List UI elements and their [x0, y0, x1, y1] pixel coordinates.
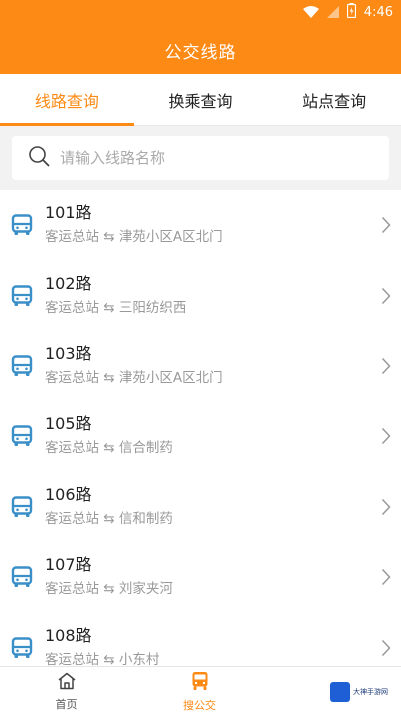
signal-icon: [326, 3, 339, 22]
route-destination: 信和制药: [118, 510, 173, 527]
route-endpoints: 客运总站 ⇆ 津苑小区A区北门: [45, 229, 223, 246]
wifi-icon: [302, 3, 319, 22]
route-name: 101路: [45, 203, 92, 223]
bus-icon: [0, 214, 44, 236]
route-endpoints: 客运总站 ⇆ 信合制药: [45, 440, 173, 457]
status-time: 4:46: [363, 4, 393, 20]
route-row[interactable]: 102路 客运总站 ⇆ 三阳纺织西: [0, 260, 401, 330]
tab-transfer-query[interactable]: 换乘查询: [134, 74, 268, 125]
route-endpoints: 客运总站 ⇆ 信和制药: [45, 510, 173, 527]
route-origin: 客运总站: [45, 299, 99, 316]
tab-route-query[interactable]: 线路查询: [0, 74, 134, 126]
route-name: 107路: [45, 555, 92, 575]
route-list: 101路 客运总站 ⇆ 津苑小区A区北门 102路 客运总站 ⇆ 三阳纺织西 1…: [0, 190, 401, 666]
route-name: 106路: [45, 484, 92, 504]
search-icon: [28, 145, 50, 171]
chevron-right-icon: [371, 498, 401, 516]
search-section: [0, 126, 401, 190]
route-destination: 津苑小区A区北门: [118, 369, 223, 386]
watermark-logo-icon: [330, 682, 350, 702]
route-name: 103路: [45, 343, 92, 363]
chevron-right-icon: [371, 639, 401, 657]
route-destination: 三阳纺织西: [118, 299, 187, 316]
route-name: 108路: [45, 625, 92, 645]
watermark-logo: 大神手游网: [327, 677, 393, 707]
route-name: 105路: [45, 414, 92, 434]
nav-search-bus[interactable]: 搜公交: [133, 667, 266, 716]
route-origin: 客运总站: [45, 510, 99, 527]
search-box[interactable]: [12, 136, 389, 180]
route-row[interactable]: 106路 客运总站 ⇆ 信和制药: [0, 472, 401, 542]
bus-icon: [0, 284, 44, 307]
route-row[interactable]: 107路 客运总站 ⇆ 刘家夹河: [0, 542, 401, 612]
route-name: 102路: [45, 273, 92, 293]
query-tabs: 线路查询 换乘查询 站点查询: [0, 74, 401, 126]
bus-icon: [0, 355, 44, 377]
bus-icon: [191, 671, 209, 694]
route-endpoints: 客运总站 ⇆ 津苑小区A区北门: [45, 369, 223, 386]
route-destination: 信合制药: [118, 440, 173, 457]
battery-icon: [346, 2, 356, 22]
nav-search-bus-label: 搜公交: [183, 698, 216, 712]
bus-icon: [0, 496, 44, 518]
chevron-right-icon: [371, 287, 401, 305]
route-origin: 客运总站: [45, 581, 99, 598]
route-row[interactable]: 103路 客运总站 ⇆ 津苑小区A区北门: [0, 331, 401, 401]
search-input[interactable]: [60, 149, 360, 167]
bus-icon: [0, 566, 44, 588]
app-header: 4:46 公交线路: [0, 0, 401, 74]
route-destination: 刘家夹河: [118, 581, 173, 598]
route-endpoints: 客运总站 ⇆ 刘家夹河: [45, 581, 173, 598]
chevron-right-icon: [371, 427, 401, 445]
nav-home-label: 首页: [55, 697, 78, 711]
route-endpoints: 客运总站 ⇆ 三阳纺织西: [45, 299, 187, 316]
route-origin: 客运总站: [45, 440, 99, 457]
route-origin: 客运总站: [45, 369, 99, 386]
nav-home[interactable]: 首页: [0, 667, 133, 716]
chevron-right-icon: [371, 216, 401, 234]
chevron-right-icon: [371, 357, 401, 375]
route-endpoints: 客运总站 ⇆ 小东村: [45, 651, 160, 666]
route-destination: 津苑小区A区北门: [118, 229, 223, 246]
chevron-right-icon: [371, 568, 401, 586]
page-title: 公交线路: [164, 43, 237, 63]
watermark-text: 大神手游网: [353, 687, 388, 696]
route-origin: 客运总站: [45, 229, 99, 246]
route-row[interactable]: 105路 客运总站 ⇆ 信合制药: [0, 401, 401, 471]
bus-icon: [0, 425, 44, 447]
route-origin: 客运总站: [45, 651, 99, 666]
status-bar: 4:46: [302, 2, 393, 22]
home-icon: [57, 672, 77, 693]
route-row[interactable]: 101路 客运总站 ⇆ 津苑小区A区北门: [0, 190, 401, 260]
bus-icon: [0, 636, 44, 659]
route-row[interactable]: 108路 客运总站 ⇆ 小东村: [0, 612, 401, 666]
route-destination: 小东村: [118, 651, 160, 666]
tab-stop-query[interactable]: 站点查询: [267, 74, 401, 125]
